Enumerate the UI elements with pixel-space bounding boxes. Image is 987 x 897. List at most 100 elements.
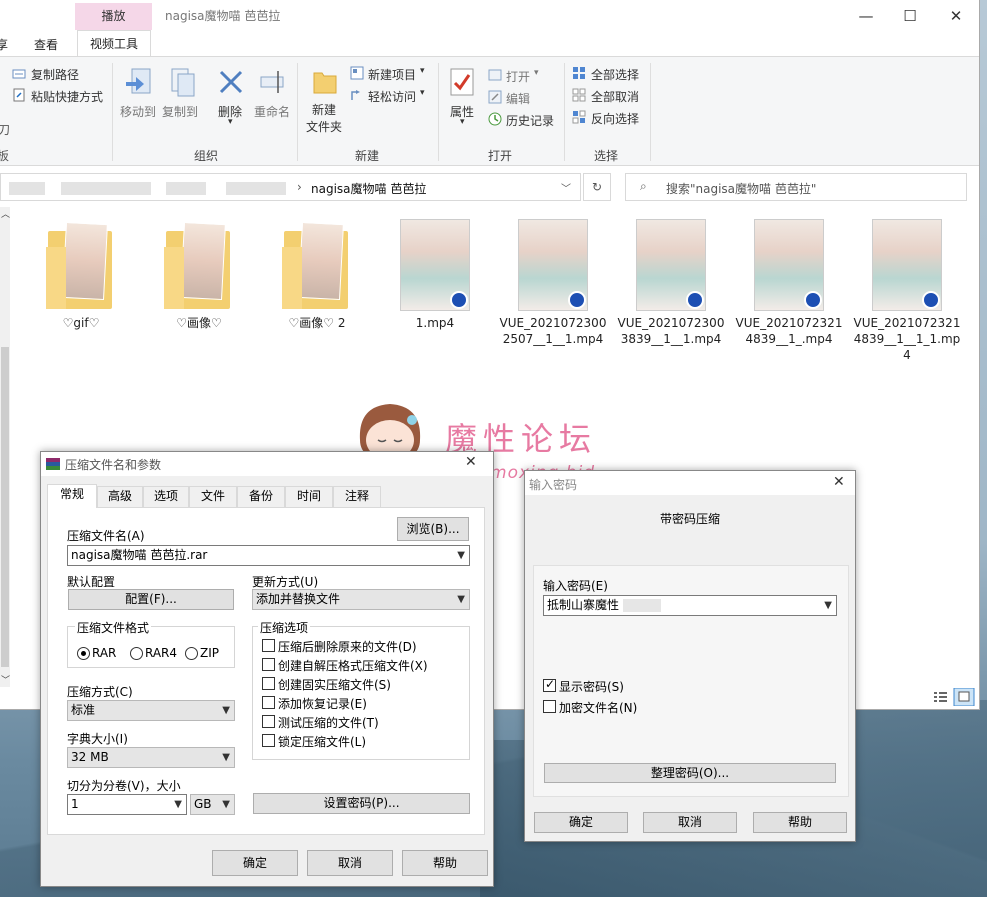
encrypt-names-checkbox[interactable] [543, 700, 556, 713]
format-rar4-label: RAR4 [145, 646, 178, 660]
dictionary-select[interactable]: 32 MB ▼ [67, 747, 235, 768]
method-select[interactable]: 标准 ▼ [67, 700, 235, 721]
delete-dropdown-icon[interactable]: ▾ [228, 117, 233, 127]
new-item-dropdown-icon[interactable]: ▾ [420, 66, 425, 76]
help-button[interactable]: 帮助 [753, 812, 847, 833]
show-password-checkbox[interactable] [543, 677, 556, 692]
new-folder-button-line2: 文件夹 [306, 120, 343, 134]
tab-backup[interactable]: 备份 [237, 486, 285, 507]
select-none-button[interactable]: 全部取消 [591, 88, 639, 105]
format-label: 压缩文件格式 [75, 619, 152, 636]
set-password-button[interactable]: 设置密码(P)... [253, 793, 470, 814]
breadcrumb-chevron-icon[interactable]: › [297, 180, 302, 194]
format-zip-radio[interactable] [185, 647, 198, 660]
address-dropdown-icon[interactable]: ﹀ [561, 180, 571, 195]
file-item[interactable]: VUE_20210723214839__1_.mp4 [734, 219, 844, 347]
delete-icon [219, 70, 243, 94]
open-icon [488, 69, 502, 81]
blurred-path-segment [9, 182, 45, 195]
ok-button[interactable]: 确定 [534, 812, 628, 833]
easy-access-dropdown-icon[interactable]: ▾ [420, 88, 425, 98]
tab-comment[interactable]: 注释 [333, 486, 381, 507]
clipboard-group-fragment: 板 [0, 147, 9, 164]
help-button[interactable]: 帮助 [402, 850, 488, 876]
option-checkbox[interactable] [262, 715, 275, 728]
edit-button[interactable]: 编辑 [506, 90, 530, 107]
blurred-path-segment [166, 182, 206, 195]
file-item[interactable]: ♡画像♡ 2 [262, 219, 372, 331]
new-item-button[interactable]: 新建项目 [368, 66, 416, 83]
vertical-scrollbar[interactable] [0, 207, 10, 687]
file-name: ♡画像♡ 2 [288, 316, 346, 330]
close-icon[interactable]: ✕ [465, 454, 477, 470]
scroll-down-icon[interactable]: ﹀ [1, 673, 10, 686]
split-unit-select[interactable]: GB ▼ [190, 794, 235, 815]
view-toggle[interactable] [932, 688, 976, 706]
organize-passwords-button[interactable]: 整理密码(O)... [544, 763, 836, 783]
close-button[interactable]: ✕ [933, 4, 979, 28]
tab-view[interactable]: 查看 [34, 36, 58, 53]
copy-to-button[interactable]: 复制到 [162, 103, 198, 120]
scrollbar-thumb[interactable] [1, 347, 9, 667]
archive-name-input[interactable]: nagisa魔物喵 芭芭拉.rar ▼ [67, 545, 470, 566]
update-mode-select[interactable]: 添加并替换文件 ▼ [252, 589, 470, 610]
easy-access-button[interactable]: 轻松访问 [368, 88, 416, 105]
maximize-button[interactable]: ☐ [887, 4, 933, 28]
tab-general[interactable]: 常规 [47, 484, 97, 508]
option-checkbox[interactable] [262, 639, 275, 652]
file-item[interactable]: ♡画像♡ [144, 219, 254, 331]
breadcrumb-current[interactable]: nagisa魔物喵 芭芭拉 [311, 180, 426, 197]
context-tab-play[interactable]: 播放 [75, 3, 152, 30]
option-checkbox[interactable] [262, 696, 275, 709]
address-bar[interactable]: › nagisa魔物喵 芭芭拉 ﹀ [0, 173, 581, 201]
format-rar4-radio[interactable] [130, 647, 143, 660]
rename-button[interactable]: 重命名 [254, 103, 290, 120]
history-button[interactable]: 历史记录 [506, 112, 554, 129]
file-item[interactable]: VUE_20210723002507__1__1.mp4 [498, 219, 608, 347]
tab-options[interactable]: 选项 [143, 486, 189, 507]
open-button[interactable]: 打开 [506, 68, 530, 85]
option-checkbox[interactable] [262, 734, 275, 747]
tab-advanced[interactable]: 高级 [97, 486, 143, 507]
cancel-button[interactable]: 取消 [643, 812, 737, 833]
tab-time[interactable]: 时间 [285, 486, 333, 507]
tab-files[interactable]: 文件 [189, 486, 237, 507]
copy-path-button[interactable]: 复制路径 [31, 66, 79, 83]
password-input[interactable]: 抵制山寨魔性 ▼ [543, 595, 837, 616]
tab-share[interactable]: 享 [0, 36, 8, 53]
file-item[interactable]: ♡gif♡ [26, 219, 136, 331]
select-all-button[interactable]: 全部选择 [591, 66, 639, 83]
file-item[interactable]: VUE_20210723214839__1__1_1.mp4 [852, 219, 962, 363]
ok-button[interactable]: 确定 [212, 850, 298, 876]
scroll-up-icon[interactable]: ︿ [1, 207, 10, 220]
properties-dropdown-icon[interactable]: ▾ [460, 117, 465, 127]
tab-video-tools[interactable]: 视频工具 [77, 30, 152, 57]
cancel-button[interactable]: 取消 [307, 850, 393, 876]
minimize-button[interactable]: — [843, 4, 889, 28]
split-unit-value: GB [194, 797, 212, 811]
dialog-title-bar: 压缩文件名和参数 ✕ [41, 452, 493, 476]
refresh-button[interactable]: ↻ [583, 173, 611, 201]
move-to-button[interactable]: 移动到 [120, 103, 156, 120]
paste-shortcut-icon [13, 88, 25, 102]
search-input[interactable]: ⌕ 搜索"nagisa魔物喵 芭芭拉" [625, 173, 967, 201]
new-folder-button[interactable]: 新建 [312, 101, 336, 118]
split-size-input[interactable]: 1 ▼ [67, 794, 187, 815]
browse-button[interactable]: 浏览(B)... [397, 517, 469, 541]
new-folder-icon [313, 72, 337, 94]
video-player-badge-icon [450, 291, 468, 309]
group-separator [112, 63, 113, 161]
dictionary-value: 32 MB [71, 750, 109, 764]
paste-shortcut-button[interactable]: 粘贴快捷方式 [31, 88, 103, 105]
profile-button[interactable]: 配置(F)... [68, 589, 234, 610]
format-rar-radio[interactable] [77, 647, 90, 660]
open-dropdown-icon[interactable]: ▾ [534, 68, 539, 78]
invert-selection-button[interactable]: 反向选择 [591, 110, 639, 127]
file-item[interactable]: VUE_20210723003839__1__1.mp4 [616, 219, 726, 347]
file-item[interactable]: 1.mp4 [380, 219, 490, 331]
option-checkbox[interactable] [262, 677, 275, 690]
close-icon[interactable]: ✕ [833, 474, 845, 490]
file-name: VUE_20210723214839__1_.mp4 [735, 316, 843, 346]
file-name: ♡gif♡ [62, 316, 100, 330]
option-checkbox[interactable] [262, 658, 275, 671]
